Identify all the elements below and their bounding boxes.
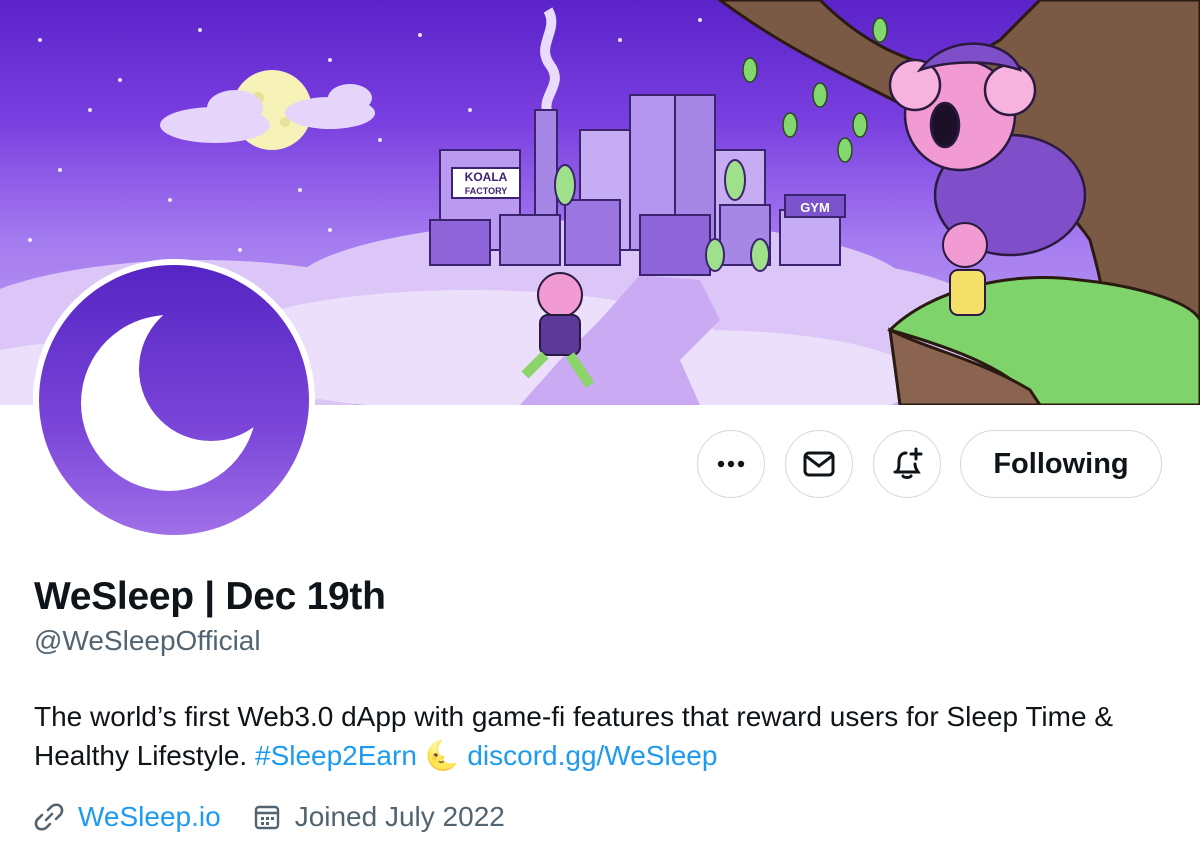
website-link[interactable]: WeSleep.io [78,801,221,833]
profile-display-name: WeSleep | Dec 19th [34,575,386,618]
following-button[interactable]: Following [960,430,1162,498]
calendar-icon [254,805,279,830]
ellipsis-icon [717,460,745,468]
profile-meta: WeSleep.io Joined July 2022 [34,797,537,837]
website-item: WeSleep.io [34,801,221,833]
notifications-button[interactable] [873,430,941,498]
banner-sign-gym: GYM [800,200,830,215]
moon-emoji: 🌜 [424,740,460,771]
banner-sign-koala: KOALA [465,170,508,184]
joined-item: Joined July 2022 [253,801,505,833]
avatar-image [39,265,309,535]
link-icon [34,803,64,831]
message-button[interactable] [785,430,853,498]
bell-plus-icon [893,447,923,479]
envelope-icon [803,451,835,477]
discord-link[interactable]: discord.gg/WeSleep [467,740,717,771]
profile-bio: The world’s first Web3.0 dApp with game-… [34,697,1154,775]
joined-date: Joined July 2022 [294,801,505,832]
banner-sign-factory: FACTORY [465,186,508,196]
profile-avatar[interactable] [33,259,315,541]
more-options-button[interactable] [697,430,765,498]
hashtag-link[interactable]: #Sleep2Earn [255,740,417,771]
profile-handle: @WeSleepOfficial [34,625,261,656]
moon-logo-icon [39,265,309,535]
